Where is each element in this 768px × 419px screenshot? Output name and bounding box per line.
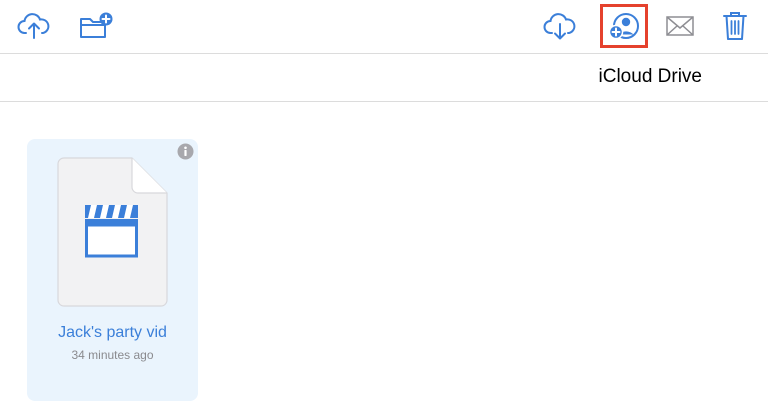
video-document-icon — [57, 157, 168, 307]
video-clapperboard-icon — [85, 205, 138, 258]
file-name[interactable]: Jack's party vid — [27, 324, 198, 342]
file-modified-time: 34 minutes ago — [71, 348, 154, 362]
download-button[interactable] — [540, 6, 580, 46]
trash-button[interactable] — [715, 6, 755, 46]
header-divider — [0, 101, 768, 102]
trash-icon — [723, 12, 747, 40]
location-title: iCloud Drive — [598, 66, 702, 87]
folder-plus-icon — [80, 12, 113, 38]
new-folder-button[interactable] — [76, 6, 116, 46]
file-tile-selected[interactable]: Jack's party vid 34 minutes ago — [27, 139, 198, 401]
add-people-button[interactable] — [600, 4, 648, 48]
envelope-icon — [666, 16, 694, 36]
toolbar-divider — [0, 53, 768, 54]
upload-button[interactable] — [14, 6, 54, 46]
toolbar — [0, 0, 768, 53]
mail-button[interactable] — [660, 6, 700, 46]
info-icon[interactable] — [177, 143, 194, 160]
add-person-icon — [608, 13, 639, 40]
cloud-download-icon — [543, 13, 576, 40]
cloud-upload-icon — [17, 13, 50, 39]
